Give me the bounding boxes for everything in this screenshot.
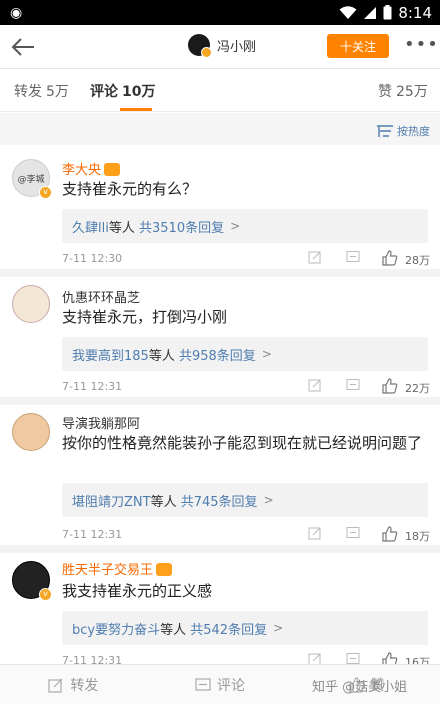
comment-meta: 7-11 12:31 18万 — [62, 526, 430, 543]
comment-icon[interactable] — [346, 250, 360, 264]
comment-meta: 7-11 12:30 28万 — [62, 250, 430, 267]
wifi-icon — [339, 5, 357, 19]
avatar[interactable] — [188, 34, 212, 58]
chevron-right-icon: > — [261, 347, 272, 361]
weibo-notification-icon: ◉ — [10, 4, 23, 21]
comment-text: 按你的性格竟然能装孙子能忍到现在就已经说明问题了 — [62, 434, 423, 452]
battery-icon — [383, 5, 392, 20]
chevron-right-icon: > — [230, 219, 241, 233]
comment-item: 导演我躺那阿 按你的性格竟然能装孙子能忍到现在就已经说明问题了 堪阻靖刀ZNT 等… — [0, 405, 440, 553]
tab-bar: 转发 5万 评论 10万 赞 25万 — [0, 69, 440, 112]
follow-button[interactable]: 十关注 — [327, 34, 389, 58]
account-header[interactable]: 冯小刚 — [188, 34, 257, 58]
repost-icon[interactable] — [308, 378, 322, 392]
replies-summary[interactable]: 我要高到185 等人 共958条回复 > — [62, 337, 428, 371]
active-tab-indicator — [120, 108, 152, 111]
tab-repost[interactable]: 转发 5万 — [14, 81, 69, 101]
comment-text: 支持崔永元的有么？ — [62, 180, 198, 198]
comment-icon — [195, 677, 211, 691]
repost-button[interactable]: 转发 — [0, 665, 147, 704]
comment-item: 仇惠环环晶芝 支持崔永元，打倒冯小刚 我要高到185 等人 共958条回复 > 7-… — [0, 277, 440, 405]
comment-meta: 7-11 12:31 22万 — [62, 378, 430, 395]
like-icon[interactable] — [382, 250, 398, 266]
status-bar: ◉ 8:14 — [0, 0, 440, 25]
sort-icon — [377, 124, 393, 137]
verified-badge-icon: v — [39, 588, 52, 601]
chevron-right-icon: > — [263, 493, 274, 507]
top-bar: 冯小刚 十关注 ••• — [0, 25, 440, 69]
comment-text: 支持崔永元，打倒冯小刚 — [62, 308, 228, 326]
avatar[interactable]: v — [12, 561, 52, 601]
comment-icon[interactable] — [346, 378, 360, 392]
repost-icon[interactable] — [308, 250, 322, 264]
avatar-image — [12, 413, 50, 451]
vip-crown-icon — [156, 563, 173, 576]
like-icon[interactable] — [382, 378, 398, 394]
replies-summary[interactable]: bcy要努力奋斗 等人 共542条回复 > — [62, 611, 428, 645]
watermark: 知乎 @菇美小姐 — [312, 680, 408, 695]
avatar[interactable] — [12, 413, 50, 451]
comment-item: v 胜天半子交易王 我支持崔永元的正义感 bcy要努力奋斗 等人 共542条回复 >… — [0, 553, 440, 669]
back-arrow-icon[interactable] — [10, 36, 36, 58]
verified-badge-icon: v — [39, 186, 52, 199]
repost-icon — [48, 678, 63, 693]
comment-username[interactable]: 导演我躺那阿 — [62, 413, 140, 432]
avatar[interactable] — [12, 285, 50, 323]
replies-summary[interactable]: 久肆lli 等人 共3510条回复 > — [62, 209, 428, 243]
vip-crown-icon — [104, 163, 121, 176]
comment-username[interactable]: 李大央 — [62, 159, 121, 178]
like-icon[interactable] — [382, 526, 398, 542]
clock: 8:14 — [398, 3, 432, 22]
sort-bar: 按热度 — [0, 113, 440, 145]
tab-likes[interactable]: 赞 25万 — [378, 81, 428, 101]
comment-username[interactable]: 胜天半子交易王 — [62, 559, 173, 578]
comment-item: @李城 v 李大央 支持崔永元的有么？ 久肆lli 等人 共3510条回复 > 7-… — [0, 145, 440, 277]
comment-button[interactable]: 评论 — [147, 665, 294, 704]
signal-icon — [364, 6, 377, 19]
comment-icon[interactable] — [346, 526, 360, 540]
avatar-image — [12, 285, 50, 323]
chevron-right-icon: > — [273, 621, 284, 635]
avatar[interactable]: @李城 v — [12, 159, 52, 199]
comment-text: 我支持崔永元的正义感 — [62, 582, 213, 600]
account-name: 冯小刚 — [217, 39, 257, 55]
more-icon[interactable]: ••• — [404, 35, 438, 57]
tab-comments[interactable]: 评论 10万 — [90, 81, 155, 101]
sort-by-hot-button[interactable]: 按热度 — [376, 123, 430, 139]
repost-icon[interactable] — [308, 526, 322, 540]
comment-username[interactable]: 仇惠环环晶芝 — [62, 287, 140, 306]
replies-summary[interactable]: 堪阻靖刀ZNT 等人 共745条回复 > — [62, 483, 428, 517]
